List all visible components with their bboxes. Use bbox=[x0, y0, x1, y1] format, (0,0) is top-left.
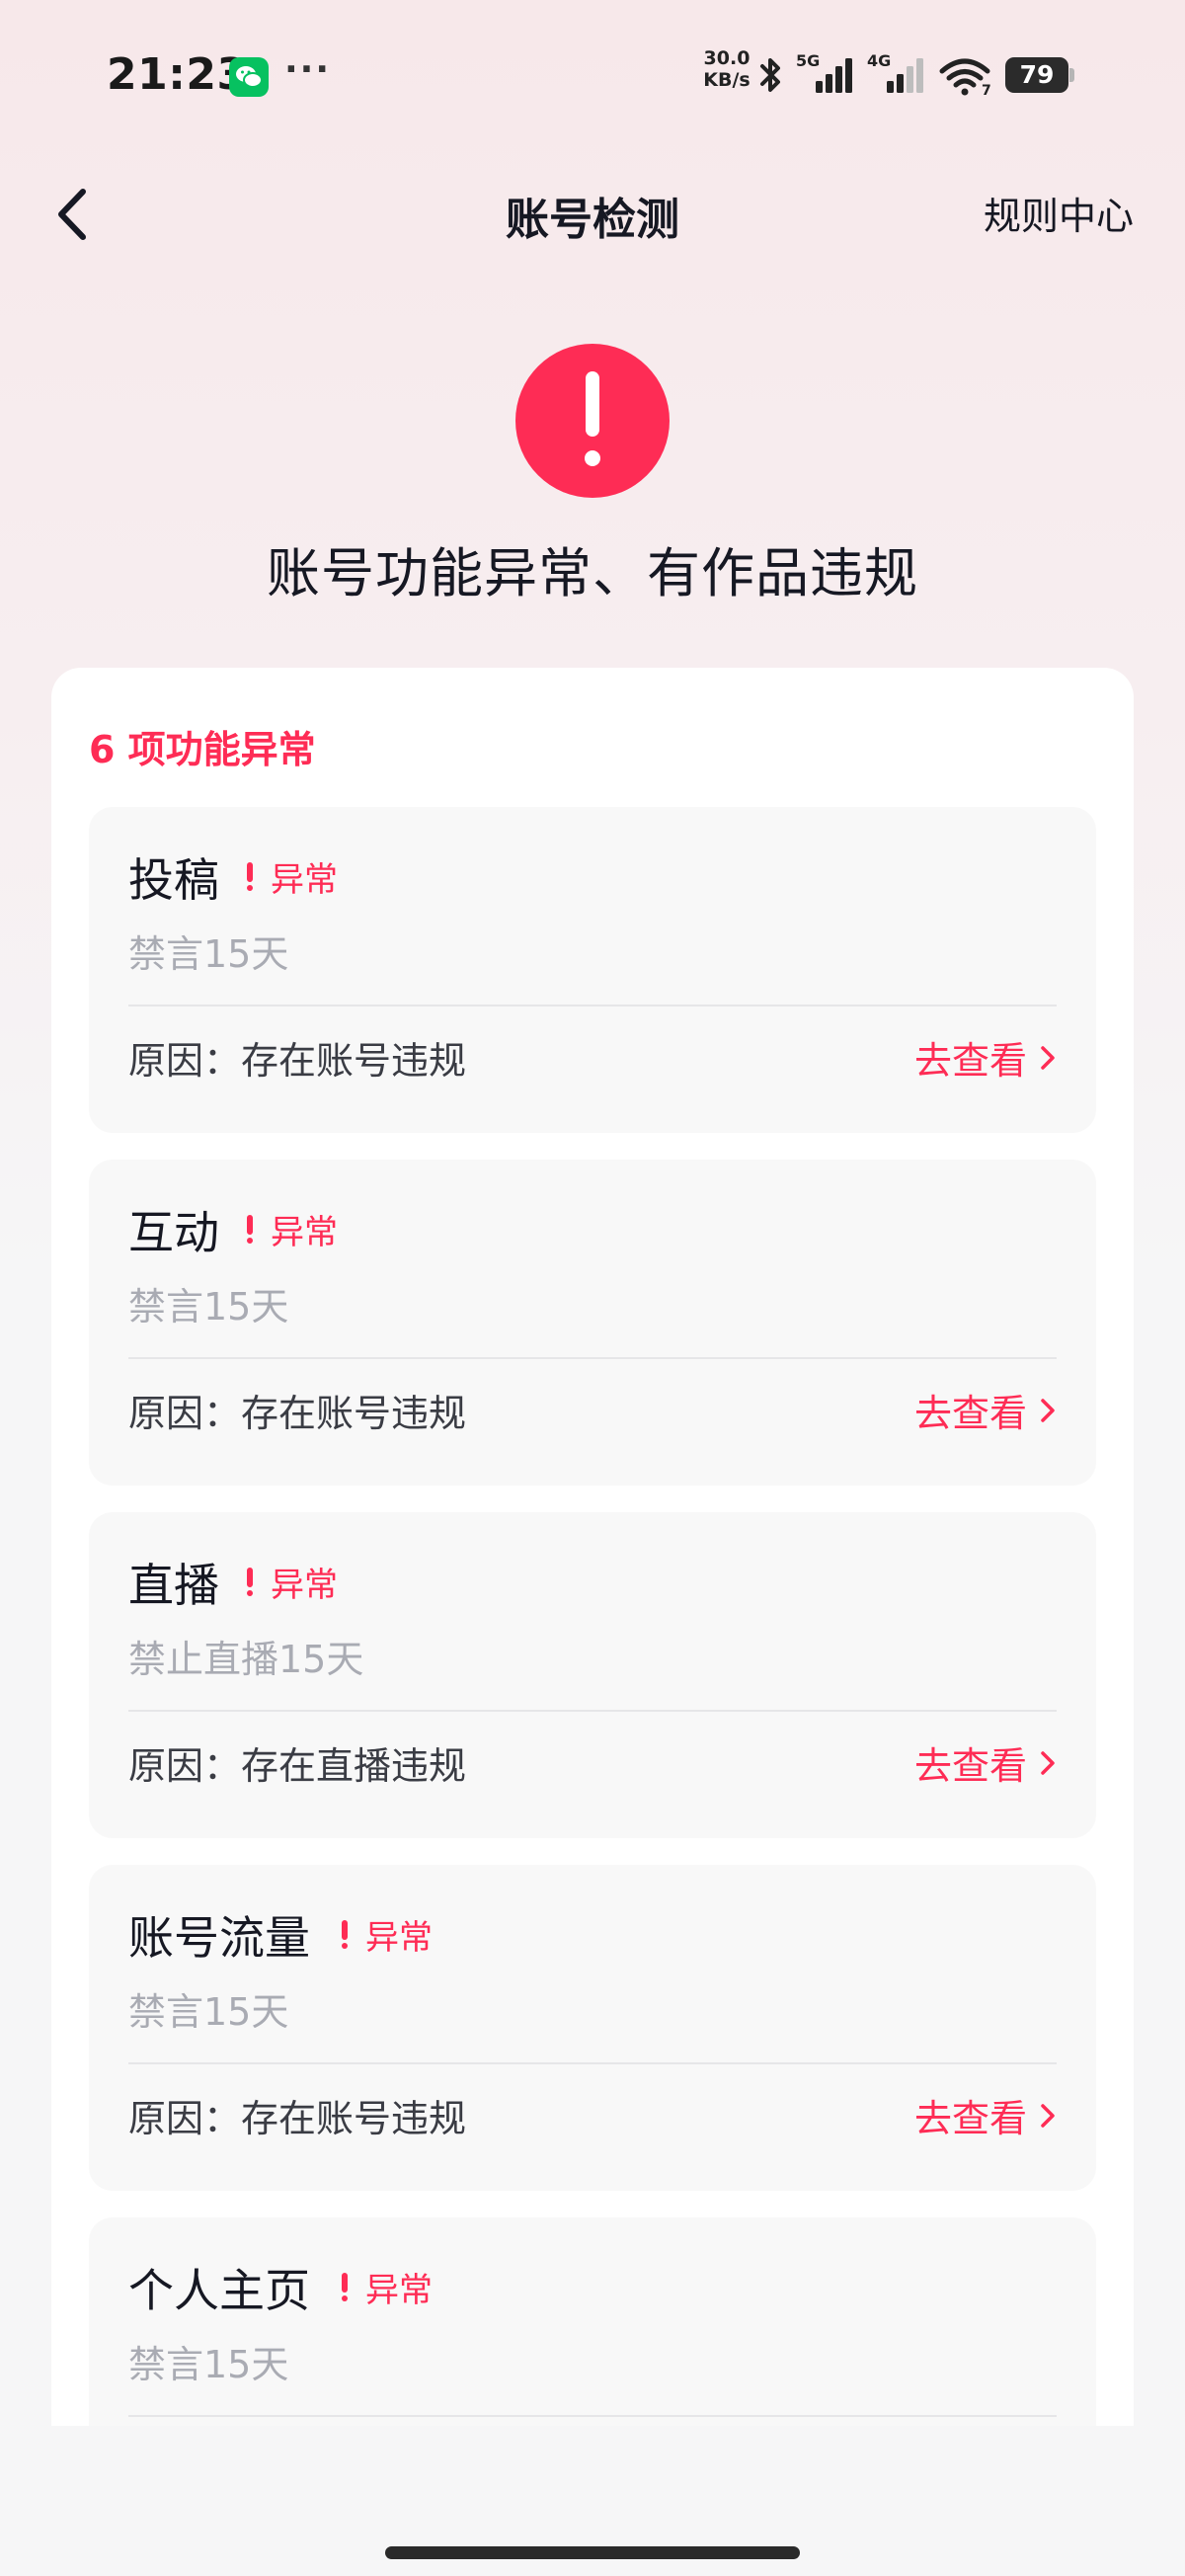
status-bar: 21:23 ··· 30.0 KB/s 5G 4G 7 79 bbox=[0, 0, 1185, 148]
wechat-notification-icon bbox=[229, 57, 269, 97]
reason-text: 原因：存在账号违规 bbox=[128, 2097, 467, 2140]
svg-text:5G: 5G bbox=[796, 51, 820, 70]
restriction-text: 禁言15天 bbox=[128, 1285, 289, 1328]
view-details-link[interactable]: 去查看 bbox=[914, 1735, 1057, 1790]
wifi-icon: 7 bbox=[938, 57, 997, 101]
divider bbox=[128, 2062, 1057, 2064]
cellular-signal-4g-icon: 4G bbox=[865, 51, 934, 101]
abnormal-functions-card: 6 项功能异常 投稿 异常 禁言15天 原因：存在账号违规 去查看 互动 异常 … bbox=[51, 668, 1134, 2426]
battery-icon: 79 bbox=[1005, 57, 1068, 93]
network-speed: 30.0 KB/s bbox=[703, 47, 750, 91]
svg-text:7: 7 bbox=[982, 83, 991, 97]
reason-text: 原因：存在账号违规 bbox=[128, 1039, 467, 1083]
view-details-link[interactable]: 去查看 bbox=[914, 2088, 1057, 2142]
nav-bar: 账号检测 规则中心 bbox=[0, 158, 1185, 267]
svg-text:4G: 4G bbox=[867, 51, 891, 70]
status-time: 21:23 bbox=[107, 49, 248, 100]
chevron-right-icon bbox=[1041, 2103, 1055, 2128]
divider bbox=[128, 1357, 1057, 1359]
view-details-link[interactable]: 去查看 bbox=[914, 1030, 1057, 1085]
chevron-right-icon bbox=[1041, 1750, 1055, 1775]
exclamation-icon bbox=[342, 2273, 348, 2301]
reason-text: 原因：存在账号违规 bbox=[128, 1392, 467, 1435]
divider bbox=[128, 1005, 1057, 1006]
restriction-text: 禁止直播15天 bbox=[128, 1638, 364, 1681]
account-status-text: 账号功能异常、有作品违规 bbox=[267, 542, 918, 604]
function-name: 直播 bbox=[128, 1559, 219, 1612]
exclamation-icon bbox=[247, 1215, 253, 1244]
function-name: 账号流量 bbox=[128, 1911, 310, 1965]
function-name: 个人主页 bbox=[128, 2264, 310, 2317]
function-item-submission: 投稿 异常 禁言15天 原因：存在账号违规 去查看 bbox=[89, 807, 1096, 1133]
abnormal-badge: 异常 bbox=[342, 1914, 433, 1958]
exclamation-icon bbox=[247, 1568, 253, 1596]
chevron-right-icon bbox=[1041, 1398, 1055, 1422]
divider bbox=[128, 1710, 1057, 1712]
battery-tip bbox=[1069, 68, 1074, 82]
function-name: 互动 bbox=[128, 1206, 219, 1259]
abnormal-badge: 异常 bbox=[342, 2267, 433, 2310]
divider bbox=[128, 2415, 1057, 2417]
exclamation-icon bbox=[247, 862, 253, 891]
bluetooth-icon bbox=[756, 55, 786, 99]
home-indicator[interactable] bbox=[385, 2546, 800, 2559]
reason-text: 原因：存在直播违规 bbox=[128, 1744, 467, 1788]
view-details-link[interactable]: 去查看 bbox=[914, 1383, 1057, 1437]
function-item-profile: 个人主页 异常 禁言15天 bbox=[89, 2217, 1096, 2426]
function-name: 投稿 bbox=[128, 853, 219, 907]
abnormal-badge: 异常 bbox=[247, 1562, 338, 1605]
restriction-text: 禁言15天 bbox=[128, 1990, 289, 2034]
rules-center-link[interactable]: 规则中心 bbox=[984, 186, 1134, 240]
restriction-text: 禁言15天 bbox=[128, 2343, 289, 2386]
more-notifications-icon: ··· bbox=[284, 49, 332, 90]
exclamation-icon bbox=[342, 1920, 348, 1949]
abnormal-badge: 异常 bbox=[247, 1209, 338, 1252]
chevron-right-icon bbox=[1041, 1045, 1055, 1070]
warning-icon bbox=[515, 344, 670, 498]
function-item-account-traffic: 账号流量 异常 禁言15天 原因：存在账号违规 去查看 bbox=[89, 1865, 1096, 2191]
abnormal-badge: 异常 bbox=[247, 856, 338, 900]
restriction-text: 禁言15天 bbox=[128, 932, 289, 976]
abnormal-count-heading: 6 项功能异常 bbox=[89, 728, 316, 771]
function-item-live: 直播 异常 禁止直播15天 原因：存在直播违规 去查看 bbox=[89, 1512, 1096, 1838]
cellular-signal-5g-icon: 5G bbox=[794, 51, 863, 101]
function-item-interaction: 互动 异常 禁言15天 原因：存在账号违规 去查看 bbox=[89, 1160, 1096, 1486]
